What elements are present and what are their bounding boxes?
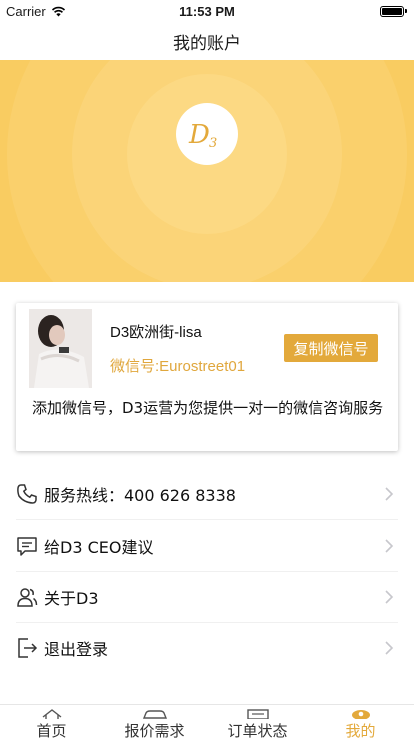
status-time: 11:53 PM bbox=[179, 3, 235, 19]
tab-mine[interactable]: 我的 bbox=[309, 705, 412, 740]
contact-name: D3欧洲街-lisa bbox=[110, 324, 202, 341]
logout-icon bbox=[18, 637, 38, 658]
tab-label: 首页 bbox=[36, 722, 67, 740]
status-bar: Carrier 11:53 PM bbox=[0, 0, 414, 22]
menu-item-hotline[interactable]: 服务热线：400 626 8338 bbox=[0, 468, 414, 519]
copy-wechat-button[interactable]: 复制微信号 bbox=[284, 334, 378, 362]
chevron-right-icon bbox=[385, 589, 394, 604]
tab-quote-request[interactable]: 报价需求 bbox=[103, 705, 206, 740]
chevron-right-icon bbox=[385, 538, 394, 553]
home-icon bbox=[42, 709, 61, 719]
menu-label: 关于D3 bbox=[44, 588, 99, 608]
order-icon bbox=[246, 709, 269, 719]
wechat-id: 微信号:Eurostreet01 bbox=[110, 358, 246, 375]
svg-text:D: D bbox=[188, 120, 210, 150]
wechat-contact-card: D3欧洲街-lisa 微信号:Eurostreet01 复制微信号 添加微信号，… bbox=[16, 303, 398, 451]
phone-icon bbox=[17, 483, 37, 504]
users-icon bbox=[17, 587, 38, 607]
tab-bar: 首页 报价需求 订单状态 我的 bbox=[0, 704, 414, 740]
header-banner: D 3 bbox=[0, 60, 414, 282]
menu-label: 服务热线：400 626 8338 bbox=[44, 485, 236, 505]
page-title: 我的账户 bbox=[173, 33, 241, 54]
menu-item-feedback[interactable]: 给D3 CEO建议 bbox=[0, 520, 414, 571]
chat-icon bbox=[17, 536, 37, 556]
tab-home[interactable]: 首页 bbox=[0, 705, 103, 740]
tab-label: 我的 bbox=[345, 722, 376, 740]
d3-logo-mark: D 3 bbox=[188, 120, 217, 151]
tab-label: 报价需求 bbox=[124, 722, 185, 740]
menu-item-logout[interactable]: 退出登录 bbox=[0, 622, 414, 673]
tab-order-status[interactable]: 订单状态 bbox=[206, 705, 309, 740]
profile-icon bbox=[351, 710, 370, 719]
d3-logo: D 3 bbox=[176, 103, 238, 165]
chevron-right-icon bbox=[385, 640, 394, 655]
wechat-service-description: 添加微信号，D3运营为您提供一对一的微信咨询服务 bbox=[32, 399, 384, 417]
avatar bbox=[29, 309, 92, 388]
car-icon bbox=[142, 710, 167, 719]
menu-label: 给D3 CEO建议 bbox=[44, 537, 154, 557]
menu-item-about[interactable]: 关于D3 bbox=[0, 571, 414, 622]
tab-label: 订单状态 bbox=[227, 722, 288, 740]
battery-icon bbox=[380, 5, 407, 17]
chevron-right-icon bbox=[385, 486, 394, 501]
menu-label: 退出登录 bbox=[44, 639, 109, 659]
avatar-photo bbox=[29, 309, 92, 388]
svg-text:3: 3 bbox=[209, 136, 217, 151]
